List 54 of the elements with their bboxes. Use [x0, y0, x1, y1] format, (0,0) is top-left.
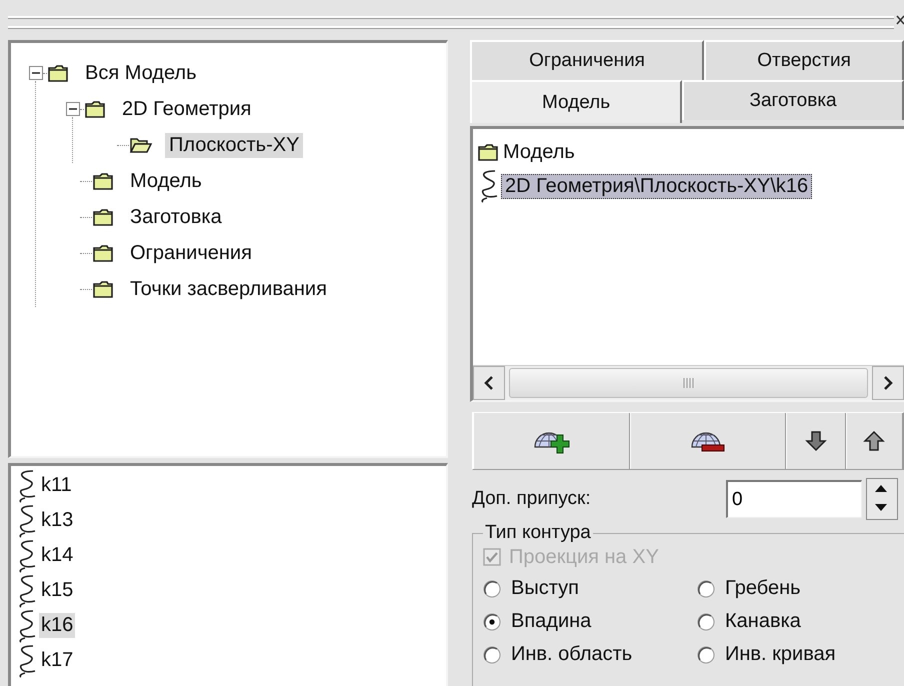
folder-icon — [47, 63, 69, 83]
folder-icon — [92, 279, 114, 299]
contour-item[interactable]: k11 — [39, 473, 74, 498]
list-item[interactable]: 2D Геометрия\Плоскость-XY\k16 — [501, 174, 812, 198]
folder-icon — [477, 142, 499, 162]
contour-item[interactable]: k16 — [39, 613, 76, 638]
radio-label: Впадина — [511, 610, 592, 633]
add-button[interactable] — [473, 413, 630, 469]
folder-icon — [92, 171, 114, 191]
group-title: Тип контура — [484, 524, 592, 542]
horizontal-scrollbar[interactable] — [473, 365, 904, 400]
tree-item[interactable]: Ограничения — [126, 240, 256, 266]
contour-item[interactable]: k13 — [39, 508, 76, 533]
allowance-field[interactable]: 0 — [726, 480, 862, 518]
contour-item[interactable]: k15 — [39, 578, 76, 603]
radio-label: Выступ — [511, 577, 579, 600]
contour-item[interactable]: k14 — [39, 543, 76, 568]
radio-label: Гребень — [725, 577, 801, 600]
tree-item[interactable]: Вся Модель — [81, 60, 201, 86]
radio-button[interactable] — [697, 580, 715, 598]
tree-item[interactable]: Плоскость-XY — [165, 132, 304, 158]
grip-icon — [682, 378, 694, 388]
tab[interactable]: Модель — [470, 80, 682, 123]
radio-button[interactable] — [483, 646, 501, 664]
tree-item[interactable]: Модель — [126, 168, 206, 194]
radio-button[interactable] — [697, 612, 715, 630]
collapse-icon[interactable] — [29, 66, 43, 80]
spin-buttons[interactable] — [866, 478, 898, 520]
list-item[interactable]: Модель — [499, 140, 579, 164]
up-arrow-icon — [863, 430, 886, 452]
allowance-label: Доп. припуск: — [472, 488, 592, 510]
tree-item[interactable]: Заготовка — [126, 204, 226, 230]
tab[interactable]: Ограничения — [470, 40, 704, 80]
move-down-button[interactable] — [786, 413, 846, 469]
radio-label: Канавка — [725, 610, 801, 633]
radio-button[interactable] — [483, 612, 501, 630]
tree-item[interactable]: Точки засверливания — [126, 276, 331, 302]
radio-button[interactable] — [697, 646, 715, 664]
folder-icon — [84, 99, 106, 119]
radio-button[interactable] — [483, 580, 501, 598]
tree-item[interactable]: 2D Геометрия — [118, 96, 256, 122]
contour-item[interactable]: k17 — [39, 648, 76, 673]
folder-icon — [92, 207, 114, 227]
collapse-icon[interactable] — [66, 102, 80, 116]
radio-label: Инв. кривая — [725, 643, 836, 666]
move-up-button[interactable] — [846, 413, 903, 469]
folder-icon — [92, 243, 114, 263]
checkbox-label: Проекция на XY — [509, 546, 659, 568]
panel-gripper[interactable] — [8, 16, 894, 28]
tab[interactable]: Заготовка — [682, 80, 904, 120]
radio-label: Инв. область — [511, 643, 632, 666]
tab[interactable]: Отверстия — [704, 40, 904, 80]
remove-button[interactable] — [630, 413, 786, 469]
down-arrow-icon — [805, 430, 828, 452]
